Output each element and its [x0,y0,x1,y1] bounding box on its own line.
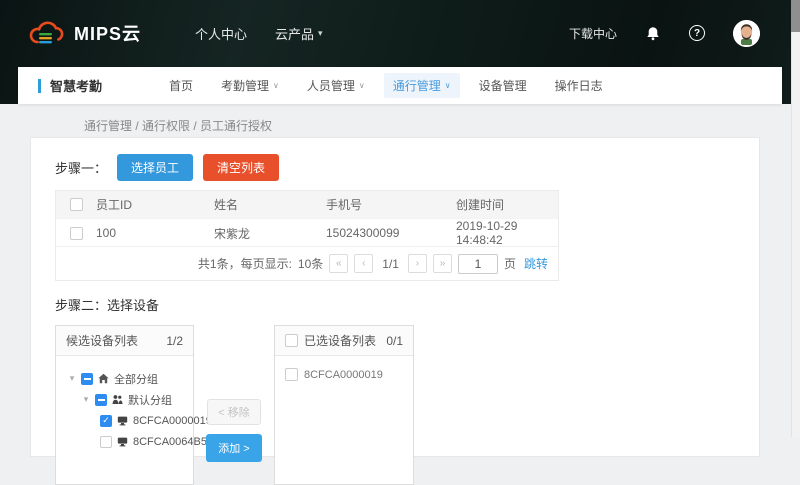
cloud-logo-icon [28,20,66,47]
tree-node-device-1[interactable]: 8CFCA0000019 [56,410,193,431]
chevron-down-icon: ∨ [359,81,365,90]
employee-table: 员工ID 姓名 手机号 创建时间 100 宋紫龙 15024300099 201… [55,190,559,281]
jump-page-link[interactable]: 跳转 [524,255,548,272]
col-name: 姓名 [214,196,326,213]
select-all-checkbox[interactable] [70,198,83,211]
chevron-down-icon: ∨ [445,81,451,90]
remove-device-button[interactable]: < 移除 [207,399,260,425]
step2-label: 步骤二：选择设备 [55,295,735,315]
title-accent-bar [38,79,41,93]
chevron-down-icon: ∨ [273,81,279,90]
app-nav-bar: 智慧考勤 首页 考勤管理 ∨ 人员管理 ∨ 通行管理 ∨ 设备管理 操作日志 [18,67,782,104]
selected-panel-count: 0/1 [386,334,403,348]
main-content-card: 步骤一： 选择员工 清空列表 员工ID 姓名 手机号 创建时间 100 宋紫龙 … [30,137,760,457]
chevron-down-icon: ▾ [318,28,323,39]
step1-label: 步骤一： [55,158,107,177]
next-page-button[interactable]: › [408,254,427,273]
page-unit-label: 页 [504,255,516,272]
home-icon [98,373,109,384]
page-number-input[interactable] [458,254,498,274]
pagination-summary: 共1条，每页显示: [198,255,292,272]
menu-cloud-products[interactable]: 云产品 ▾ [275,24,323,43]
selected-panel-title: 已选设备列表 [304,332,376,349]
nav-item-personnel[interactable]: 人员管理 ∨ [298,73,374,98]
employee-id: 100 [96,226,214,240]
device-icon [117,436,128,447]
app-title-text: 智慧考勤 [50,76,102,95]
tree-node-default-group[interactable]: ▾ 默认分组 [56,389,193,410]
table-row: 100 宋紫龙 15024300099 2019-10-29 14:48:42 [56,218,558,246]
device2-checkbox[interactable] [100,436,112,448]
selected-all-checkbox[interactable] [285,334,298,347]
scrollbar-track[interactable] [791,0,800,437]
breadcrumb[interactable]: 通行管理 / 通行权限 / 员工通行授权 [84,117,272,134]
group-all-checkbox[interactable] [81,373,93,385]
scrollbar-thumb[interactable] [791,0,800,32]
user-avatar[interactable] [733,20,760,47]
nav-item-home[interactable]: 首页 [160,73,202,98]
col-phone: 手机号 [326,196,456,213]
nav-item-logs[interactable]: 操作日志 [546,73,612,98]
tree-node-all-groups[interactable]: ▾ 全部分组 [56,368,193,389]
table-header-row: 员工ID 姓名 手机号 创建时间 [56,191,558,218]
employee-phone: 15024300099 [326,226,456,240]
candidate-panel-count: 1/2 [166,334,183,348]
device-tree: ▾ 全部分组 ▾ [56,356,193,452]
page-indicator: 1/1 [382,257,399,271]
group-default-checkbox[interactable] [95,394,107,406]
selected-device-panel: 已选设备列表 0/1 8CFCA0000019 [274,325,414,485]
selected-device-item[interactable]: 8CFCA0000019 [275,356,413,393]
clear-list-button[interactable]: 清空列表 [203,154,279,181]
col-created: 创建时间 [456,196,558,213]
first-page-button[interactable]: « [329,254,348,273]
brand-name: MIPS云 [74,20,141,46]
row-checkbox[interactable] [70,227,83,240]
selected-device-checkbox[interactable] [285,368,298,381]
group-icon [112,394,123,405]
select-employee-button[interactable]: 选择员工 [117,154,193,181]
page-size-value[interactable]: 10条 [298,255,323,272]
transfer-controls: < 移除 添加 > [194,325,274,462]
bell-icon[interactable] [645,25,661,42]
employee-name: 宋紫龙 [214,225,326,242]
pagination-bar: 共1条，每页显示: 10条 « ‹ 1/1 › » 页 跳转 [56,246,558,280]
col-employee-id: 员工ID [96,196,214,213]
menu-personal-center[interactable]: 个人中心 [195,24,247,43]
tree-expand-icon[interactable]: ▾ [82,394,90,405]
nav-item-access[interactable]: 通行管理 ∨ [384,73,460,98]
prev-page-button[interactable]: ‹ [354,254,373,273]
nav-item-devices[interactable]: 设备管理 [470,73,536,98]
app-title: 智慧考勤 [38,76,102,95]
tree-expand-icon[interactable]: ▾ [68,373,76,384]
help-icon[interactable]: ? [689,25,705,41]
nav-item-attendance[interactable]: 考勤管理 ∨ [212,73,288,98]
employee-created: 2019-10-29 14:48:42 [456,219,558,247]
download-center-link[interactable]: 下载中心 [569,25,617,42]
add-device-button[interactable]: 添加 > [206,434,261,462]
candidate-device-panel: 候选设备列表 1/2 ▾ 全部分组 ▾ [55,325,194,485]
last-page-button[interactable]: » [433,254,452,273]
brand-logo[interactable]: MIPS云 [28,20,141,47]
tree-node-device-2[interactable]: 8CFCA0064B5D [56,431,193,452]
device-icon [117,415,128,426]
candidate-panel-title: 候选设备列表 [66,332,138,349]
device1-checkbox[interactable] [100,415,112,427]
